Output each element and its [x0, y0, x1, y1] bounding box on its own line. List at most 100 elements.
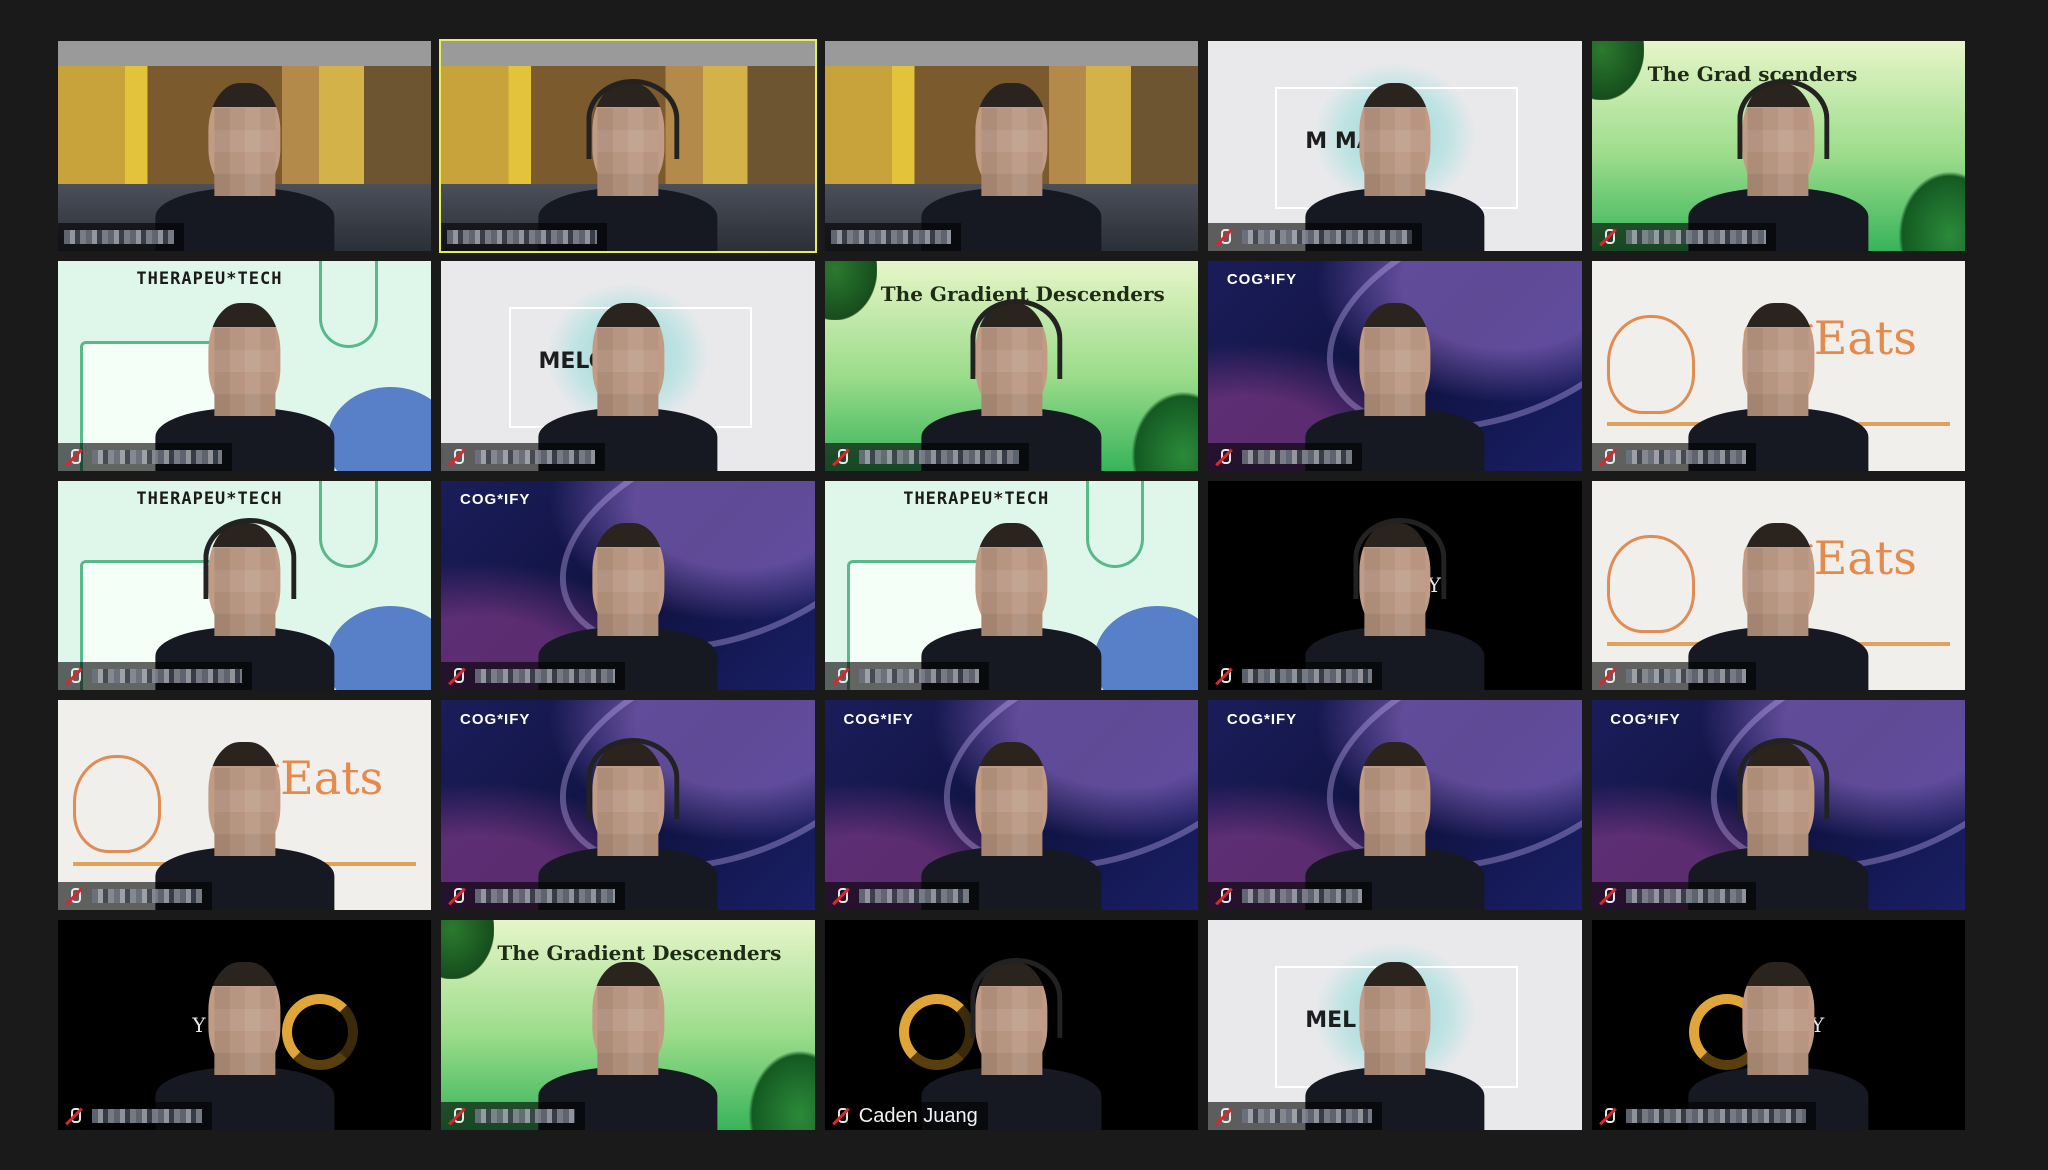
participant-name-bar	[1208, 662, 1383, 691]
participant-video	[1305, 481, 1485, 691]
mic-muted-icon	[831, 886, 851, 906]
participant-name-bar	[58, 662, 252, 691]
participant-tile[interactable]: The Gradient Descenders	[441, 920, 815, 1130]
participant-video	[155, 700, 335, 911]
redacted-name	[1625, 1109, 1806, 1123]
participant-name-bar	[1591, 222, 1776, 251]
participant-tile[interactable]: The Grad scenders	[1591, 41, 1965, 251]
participant-video	[538, 700, 718, 911]
mic-muted-icon	[831, 666, 851, 686]
redacted-name	[92, 669, 242, 684]
participant-name-bar	[58, 1102, 212, 1130]
background-brand-text: COG*IFY	[843, 710, 914, 728]
participant-tile[interactable]: THERAPEU*TECH	[824, 480, 1199, 691]
redacted-name	[1625, 449, 1746, 464]
redacted-name	[447, 229, 598, 244]
participant-video	[538, 261, 718, 471]
redacted-name	[1242, 229, 1413, 244]
participant-name-bar	[441, 442, 606, 471]
participant-tile[interactable]: 3B1Y	[1208, 480, 1582, 691]
participant-tile[interactable]: Caden Juang	[824, 920, 1199, 1130]
participant-video	[1305, 261, 1485, 471]
redacted-name	[1625, 889, 1746, 904]
mic-muted-icon	[1598, 666, 1618, 686]
participant-video	[921, 41, 1102, 251]
mic-muted-icon	[1598, 1106, 1618, 1126]
mic-muted-icon	[1214, 666, 1234, 686]
mic-muted-icon	[447, 886, 467, 906]
participant-tile[interactable]: COG*IFY	[824, 700, 1199, 911]
participant-name-bar	[58, 442, 232, 471]
participant-video	[1688, 920, 1868, 1130]
participant-tile[interactable]	[824, 41, 1199, 251]
participant-tile[interactable]: The Gradient Descenders	[824, 260, 1199, 471]
participant-video	[1305, 700, 1485, 911]
participant-tile[interactable]	[439, 39, 817, 253]
participant-name-bar	[1208, 1102, 1383, 1130]
redacted-name	[1242, 1109, 1373, 1123]
participant-video	[921, 261, 1102, 471]
redacted-name	[475, 1109, 576, 1123]
participant-tile[interactable]: COG*IFY	[1208, 700, 1582, 911]
participant-tile[interactable]: MELODY	[441, 260, 815, 471]
participant-name-bar	[58, 882, 212, 911]
mic-muted-icon	[1598, 886, 1618, 906]
participant-name-bar	[441, 662, 626, 691]
participant-tile[interactable]: MEL TE	[1208, 920, 1582, 1130]
participant-tile[interactable]: THERAPEU*TECH	[58, 480, 432, 691]
mic-muted-icon	[447, 666, 467, 686]
mic-muted-icon	[1214, 1106, 1234, 1126]
participant-tile[interactable]: COG*IFY	[1208, 260, 1582, 471]
mic-muted-icon	[64, 447, 84, 467]
mic-muted-icon	[1598, 227, 1618, 247]
participant-name-bar	[1591, 662, 1756, 691]
participant-tile[interactable]	[58, 41, 432, 251]
participant-tile[interactable]: COG*IFY	[441, 700, 815, 911]
participant-video	[921, 481, 1102, 691]
participant-video	[921, 700, 1102, 911]
participant-tile[interactable]: C *Eats	[1591, 480, 1965, 691]
participant-name-bar	[1591, 882, 1756, 911]
participant-video	[1688, 700, 1868, 911]
participant-name-bar	[824, 442, 1029, 471]
background-brand-text: COG*IFY	[460, 710, 531, 728]
redacted-name	[1625, 669, 1746, 684]
mic-muted-icon	[64, 886, 84, 906]
participant-video	[1688, 481, 1868, 691]
participant-tile[interactable]: THERAPEU*TECH	[58, 260, 432, 471]
redacted-name	[858, 669, 979, 684]
mic-muted-icon	[1214, 886, 1234, 906]
participant-video	[1688, 261, 1868, 471]
participant-tile[interactable]: C *Eats	[1591, 260, 1965, 471]
participant-tile[interactable]: Y	[58, 920, 432, 1130]
redacted-name	[1242, 889, 1363, 904]
participant-video	[155, 261, 335, 471]
background-brand-text: COG*IFY	[1610, 710, 1681, 728]
redacted-name	[475, 889, 616, 904]
redacted-name	[475, 449, 596, 464]
participant-video	[1305, 920, 1485, 1130]
participant-tile[interactable]: C *Eats	[58, 700, 432, 911]
mic-muted-icon	[447, 1106, 467, 1126]
participant-tile[interactable]: COG*IFY	[441, 480, 815, 691]
background-brand-text: COG*IFY	[460, 491, 531, 509]
participant-name-bar	[824, 222, 961, 251]
mic-muted-icon	[64, 666, 84, 686]
participant-tile[interactable]: M MATE	[1208, 41, 1582, 251]
participant-video	[1305, 41, 1485, 251]
mic-muted-icon	[831, 447, 851, 467]
participant-tile[interactable]: 3B1Y	[1591, 920, 1965, 1130]
participant-video	[155, 920, 335, 1130]
redacted-name	[475, 669, 616, 684]
mic-muted-icon	[447, 447, 467, 467]
participant-tile[interactable]: COG*IFY	[1591, 700, 1965, 911]
participant-video	[1688, 41, 1868, 251]
participant-name-bar	[1208, 222, 1423, 251]
mic-muted-icon	[1214, 447, 1234, 467]
redacted-name	[64, 229, 174, 244]
participant-name-bar	[1208, 882, 1373, 911]
participant-name-bar	[58, 222, 184, 251]
participant-video	[538, 41, 718, 251]
redacted-name	[92, 449, 222, 464]
gallery-grid: M MATE The Grad scenders THERAPEU*TECH MELO…	[58, 39, 1965, 1130]
